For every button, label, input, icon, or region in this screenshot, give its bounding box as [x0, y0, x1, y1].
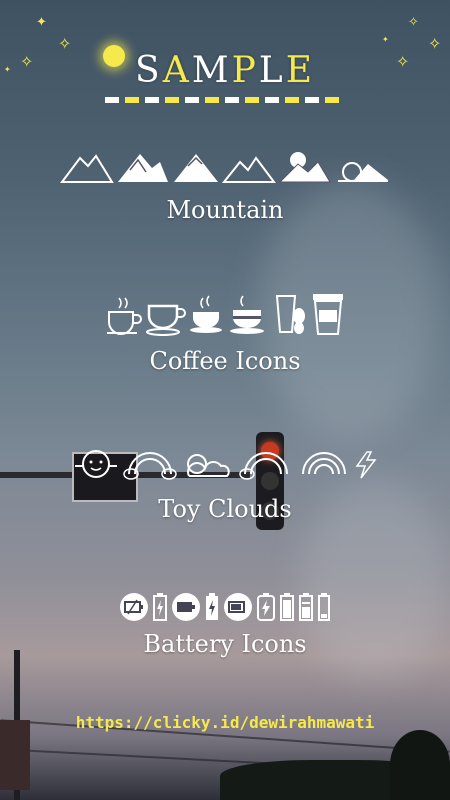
rainbow-cloud-icon	[123, 452, 177, 480]
mountain-icon-row	[0, 150, 450, 184]
coffee-icon-row	[0, 292, 450, 336]
mountain-icon	[118, 154, 168, 182]
profile-link[interactable]: https://clicky.id/dewirahmawati	[0, 713, 450, 732]
battery-circle-icon	[120, 593, 148, 621]
star-icon: ✧	[408, 15, 419, 30]
mountain-icon	[60, 154, 114, 183]
page-title: SAMPLE	[135, 50, 315, 91]
mountain-icon	[222, 156, 276, 183]
star-icon: ✦	[36, 15, 47, 30]
battery-bolt-icon	[206, 593, 218, 620]
cloud-sun-icon	[187, 454, 230, 477]
mountain-sunset-icon	[338, 162, 388, 182]
battery-charging-icon	[153, 593, 167, 621]
section-label-coffee: Coffee Icons	[149, 347, 301, 375]
lightning-icon	[355, 451, 377, 479]
battery-circle-icon	[224, 593, 252, 621]
cloud-icon-row	[0, 448, 450, 480]
mountain-icon	[174, 154, 218, 182]
coffee-cup-icon	[230, 295, 264, 334]
battery-circle-icon	[172, 593, 200, 621]
battery-vertical-icon	[299, 593, 313, 621]
section-label-mountain: Mountain	[166, 196, 284, 224]
coffee-beans-icon	[275, 295, 305, 334]
star-icon: ✦	[382, 35, 389, 44]
battery-vertical-icon	[318, 593, 330, 621]
section-label-battery: Battery Icons	[143, 630, 307, 658]
battery-charging-icon	[257, 593, 275, 621]
coffee-cup-icon	[190, 295, 222, 333]
tree-silhouette	[390, 730, 450, 800]
mountain-sun-icon	[278, 152, 331, 183]
cloud-face-icon	[75, 450, 117, 478]
rainbow-cloud-icon	[302, 452, 346, 475]
section-label-clouds: Toy Clouds	[158, 495, 292, 523]
coffee-takeaway-icon	[313, 294, 343, 335]
battery-vertical-icon	[280, 593, 294, 621]
coffee-cup-icon	[146, 304, 186, 336]
rainbow-cloud-icon	[239, 452, 288, 480]
title-underline	[105, 97, 345, 103]
battery-icon-row	[0, 592, 450, 622]
coffee-cup-icon	[107, 297, 142, 335]
